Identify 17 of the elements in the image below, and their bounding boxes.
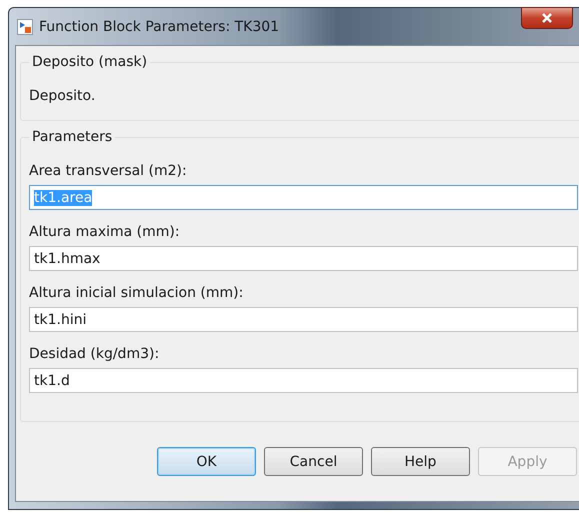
close-icon <box>541 12 553 24</box>
block-icon <box>17 18 33 34</box>
group-legend: Deposito (mask) <box>29 54 150 70</box>
field-label: Desidad (kg/dm3): <box>29 346 160 362</box>
window-title: Function Block Parameters: TK301 <box>39 18 280 34</box>
field-label: Altura inicial simulacion (mm): <box>29 285 244 301</box>
close-button[interactable] <box>521 7 573 29</box>
dialog-button[interactable]: Cancel <box>264 447 363 476</box>
input-field[interactable]: tk1.hini <box>29 307 578 332</box>
group-legend: Parameters <box>29 129 116 145</box>
field-label: Area transversal (m2): <box>29 163 188 179</box>
dialog-button[interactable]: OK <box>157 447 256 476</box>
input-field[interactable]: tk1.d <box>29 368 578 393</box>
dialog-button[interactable]: Help <box>371 447 470 476</box>
field-label: Altura maxima (mm): <box>29 224 181 240</box>
mask-description: Deposito. <box>29 88 96 104</box>
input-field[interactable]: tk1.hmax <box>29 246 578 271</box>
